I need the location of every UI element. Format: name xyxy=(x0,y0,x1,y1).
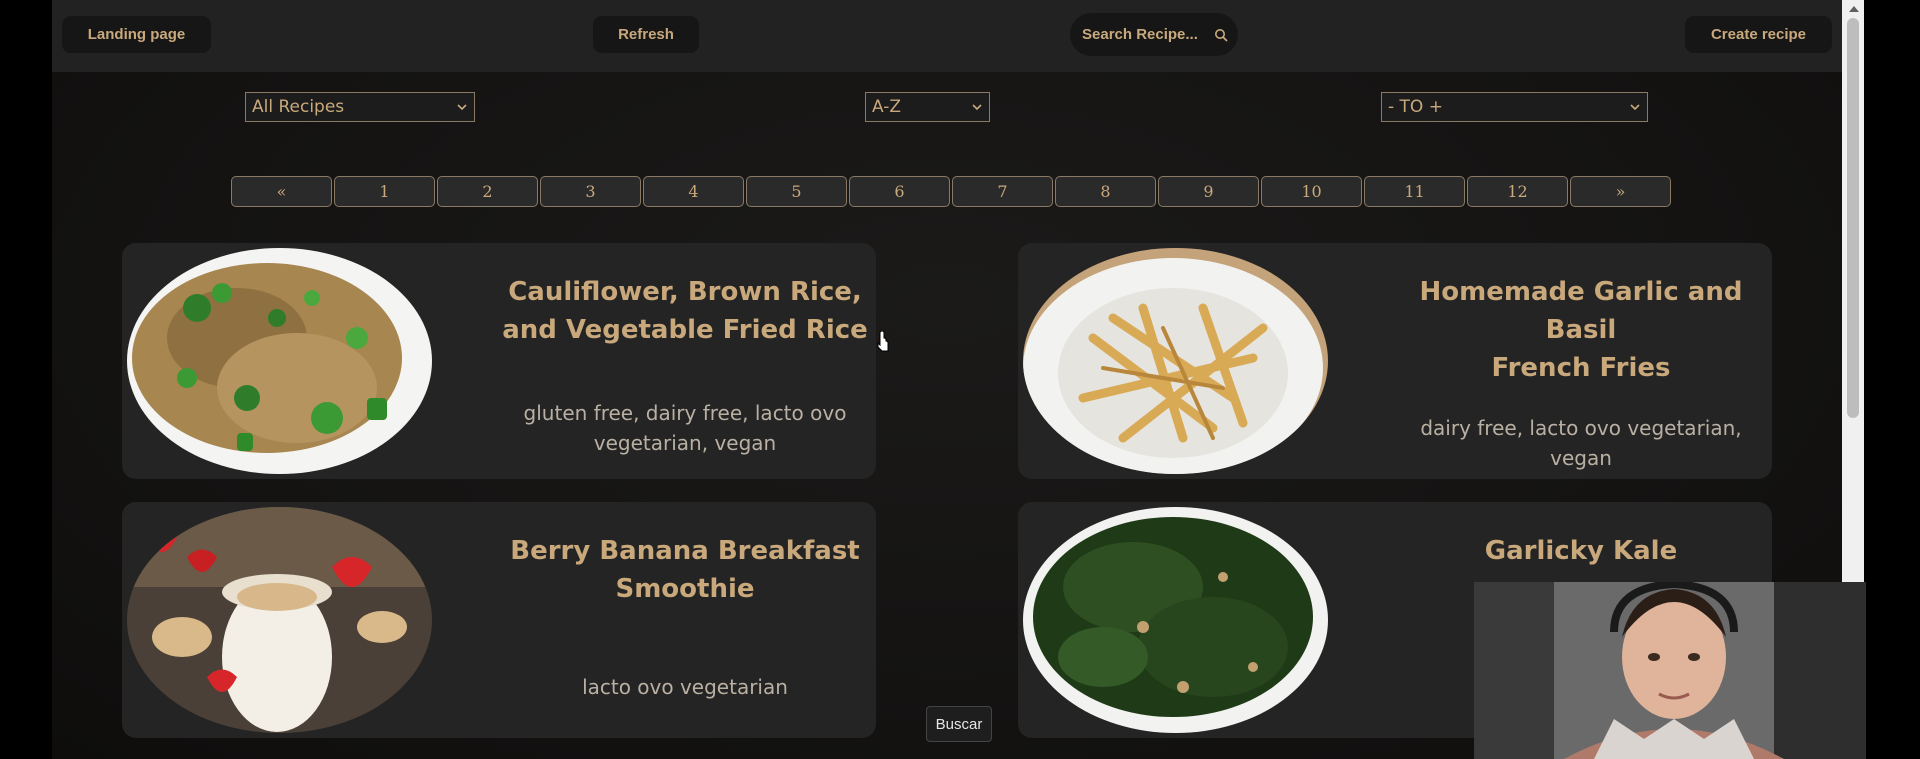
page-button-6[interactable]: 6 xyxy=(849,176,950,207)
recipe-title[interactable]: Berry Banana Breakfast Smoothie xyxy=(500,532,870,608)
recipe-image xyxy=(127,248,432,474)
recipe-image xyxy=(127,507,432,733)
mouse-cursor-icon xyxy=(877,331,889,352)
recipe-title[interactable]: Garlicky Kale xyxy=(1396,532,1766,570)
create-recipe-button[interactable]: Create recipe xyxy=(1685,16,1832,53)
chevron-down-icon xyxy=(1630,104,1640,111)
page-button-9[interactable]: 9 xyxy=(1158,176,1259,207)
webcam-overlay xyxy=(1474,582,1866,759)
page-button-12[interactable]: 12 xyxy=(1467,176,1568,207)
recipe-title-line: Cauliflower, Brown Rice, xyxy=(508,277,862,307)
recipe-title[interactable]: Homemade Garlic and Basil French Fries xyxy=(1396,273,1766,387)
refresh-button[interactable]: Refresh xyxy=(593,16,699,53)
page-next-button[interactable]: » xyxy=(1570,176,1671,207)
pagination: « 1 2 3 4 5 6 7 8 9 10 11 12 » xyxy=(231,176,1671,207)
score-order-select[interactable]: - TO + xyxy=(1381,92,1648,122)
recipe-image xyxy=(1023,248,1328,474)
page-prev-button[interactable]: « xyxy=(231,176,332,207)
recipe-card[interactable]: Cauliflower, Brown Rice, and Vegetable F… xyxy=(122,243,876,479)
landing-page-button[interactable]: Landing page xyxy=(62,16,211,53)
recipe-card[interactable]: Homemade Garlic and Basil French Fries d… xyxy=(1018,243,1772,479)
recipe-title-line: Homemade Garlic and Basil xyxy=(1419,277,1743,345)
recipe-diet-line: lacto ovo vegetarian xyxy=(582,675,788,699)
recipe-diet-line: gluten free, dairy free, lacto ovo xyxy=(523,401,847,425)
page-button-5[interactable]: 5 xyxy=(746,176,847,207)
recipe-title[interactable]: Cauliflower, Brown Rice, and Vegetable F… xyxy=(500,273,870,349)
recipe-diets: dairy free, lacto ovo vegetarian, vegan xyxy=(1396,413,1766,473)
page-button-3[interactable]: 3 xyxy=(540,176,641,207)
tooltip: Buscar xyxy=(926,706,992,742)
page-button-7[interactable]: 7 xyxy=(952,176,1053,207)
recipe-title-line: Berry Banana Breakfast xyxy=(510,536,860,566)
scrollbar-thumb[interactable] xyxy=(1847,18,1859,418)
screen: Landing page Refresh Create recipe All R… xyxy=(0,0,1920,759)
page-button-10[interactable]: 10 xyxy=(1261,176,1362,207)
alphabetical-order-select[interactable]: A-Z xyxy=(865,92,990,122)
recipe-title-line: and Vegetable Fried Rice xyxy=(502,315,868,345)
search-input[interactable] xyxy=(1082,26,1210,43)
chevron-down-icon xyxy=(457,104,467,111)
recipe-title-line: French Fries xyxy=(1491,353,1671,383)
page-button-4[interactable]: 4 xyxy=(643,176,744,207)
recipe-title-line: Garlicky Kale xyxy=(1484,536,1678,566)
scroll-up-arrow-icon[interactable] xyxy=(1849,6,1859,12)
score-order-value: - TO + xyxy=(1388,97,1443,117)
recipe-diets: lacto ovo vegetarian xyxy=(500,672,870,702)
order-value: A-Z xyxy=(872,97,902,117)
search-box xyxy=(1070,13,1238,56)
page-button-2[interactable]: 2 xyxy=(437,176,538,207)
recipe-image xyxy=(1023,507,1328,733)
page-button-8[interactable]: 8 xyxy=(1055,176,1156,207)
top-nav-bar: Landing page Refresh Create recipe xyxy=(52,0,1842,72)
recipe-title-line: Smoothie xyxy=(615,574,755,604)
page-button-11[interactable]: 11 xyxy=(1364,176,1465,207)
chevron-down-icon xyxy=(972,104,982,111)
recipe-diets: gluten free, dairy free, lacto ovo veget… xyxy=(500,398,870,458)
recipe-diet-line: dairy free, lacto ovo vegetarian, vegan xyxy=(1420,416,1742,470)
recipe-diet-line: vegetarian, vegan xyxy=(593,431,777,455)
search-icon[interactable] xyxy=(1214,28,1228,42)
page-button-1[interactable]: 1 xyxy=(334,176,435,207)
recipe-card[interactable]: Berry Banana Breakfast Smoothie lacto ov… xyxy=(122,502,876,738)
diet-filter-value: All Recipes xyxy=(252,97,345,117)
diet-filter-select[interactable]: All Recipes xyxy=(245,92,475,122)
